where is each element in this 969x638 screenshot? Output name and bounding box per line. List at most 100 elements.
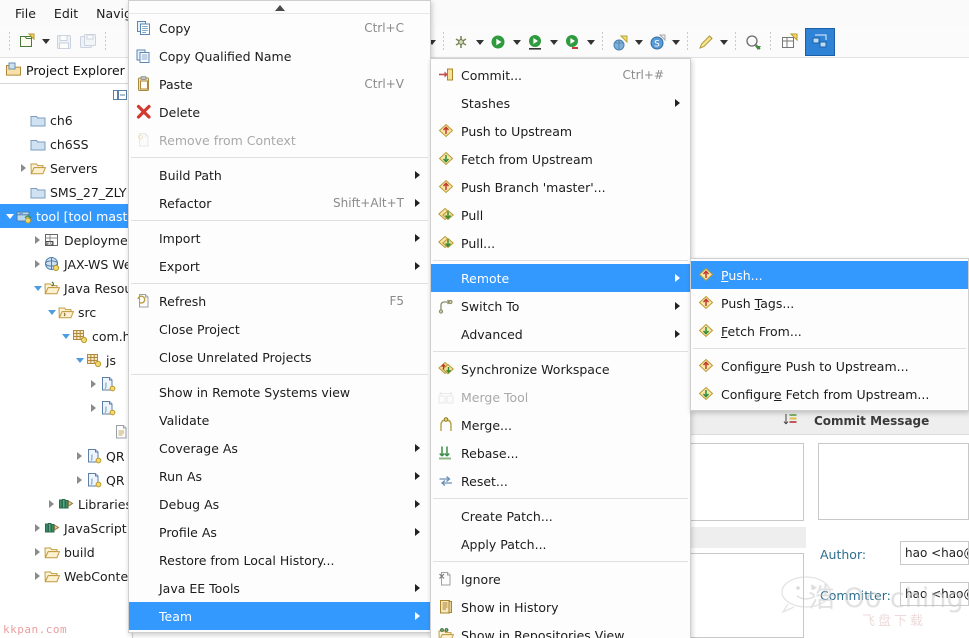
new-table-icon[interactable] (777, 31, 803, 53)
dropdown-caret[interactable] (510, 31, 523, 53)
menu-item[interactable]: Copy Ctrl+C (129, 14, 430, 42)
collapse-all-icon[interactable] (113, 88, 127, 105)
project-context-menu[interactable]: Copy Ctrl+C Copy Qualified Name Paste Ctrl+V… (128, 0, 431, 633)
tree-twisty-closed-icon[interactable] (18, 156, 29, 180)
menu-item[interactable]: Delete (129, 98, 430, 126)
tree-item[interactable]: ch6 (0, 108, 132, 132)
tree-twisty-open-icon[interactable] (60, 324, 71, 348)
menu-item[interactable]: Validate (129, 406, 430, 434)
tree-twisty-closed-icon[interactable] (88, 372, 99, 396)
tree-twisty-open-icon[interactable] (4, 204, 15, 228)
menu-item[interactable]: Profile As (129, 518, 430, 546)
dropdown-caret[interactable] (717, 31, 730, 53)
menu-item[interactable]: Stashes (431, 89, 690, 117)
tree-twisty-closed-icon[interactable] (46, 492, 57, 516)
project-explorer-tree[interactable]: ch6 ch6SS Servers SMS_27_ZLY tool [tool mast… (0, 108, 133, 638)
dropdown-caret[interactable] (669, 31, 682, 53)
tree-twisty-closed-icon[interactable] (74, 444, 85, 468)
menu-item[interactable]: Rebase... (431, 439, 690, 467)
tree-item[interactable]: JAX-WS Web (0, 252, 132, 276)
tree-item[interactable] (0, 420, 132, 444)
tree-twisty-closed-icon[interactable] (32, 228, 43, 252)
search-icon[interactable]: S (646, 31, 668, 53)
menu-item[interactable]: Paste Ctrl+V (129, 70, 430, 98)
menu-item[interactable]: Push to Upstream (431, 117, 690, 145)
menu-item[interactable]: Create Patch... (431, 502, 690, 530)
sort-icon[interactable] (783, 412, 798, 430)
tree-twisty-closed-icon[interactable] (32, 540, 43, 564)
tree-twisty-open-icon[interactable] (32, 276, 43, 300)
menu-item[interactable]: Import (129, 224, 430, 252)
menu-item[interactable]: Pull (431, 201, 690, 229)
menu-item[interactable]: Configure Push to Upstream... (691, 352, 968, 380)
tree-item[interactable]: J (0, 372, 132, 396)
project-explorer-tab[interactable]: Project Explorer ⊺ (0, 58, 136, 84)
tree-item[interactable]: WebContent (0, 564, 132, 588)
coverage-icon[interactable] (561, 31, 583, 53)
tree-twisty-closed-icon[interactable] (32, 252, 43, 276)
menu-item[interactable]: Build Path (129, 161, 430, 189)
tree-twisty-open-icon[interactable] (74, 348, 85, 372)
tree-item[interactable]: SMS_27_ZLY (0, 180, 132, 204)
run-icon[interactable] (487, 31, 509, 53)
tree-item[interactable]: com.h (0, 324, 132, 348)
tree-item[interactable]: Servers (0, 156, 132, 180)
pencil-icon[interactable] (694, 31, 716, 53)
debug-icon[interactable] (450, 31, 472, 53)
tree-twisty-open-icon[interactable] (46, 300, 57, 324)
committer-field[interactable]: hao <hao@h (900, 582, 969, 606)
menu-item[interactable]: Apply Patch... (431, 530, 690, 558)
menu-item[interactable]: Show in Remote Systems view (129, 378, 430, 406)
menu-item[interactable]: Java EE Tools (129, 574, 430, 602)
tree-twisty-closed-icon[interactable] (74, 468, 85, 492)
tree-item[interactable]: J QR (0, 444, 132, 468)
menu-item[interactable]: Restore from Local History... (129, 546, 430, 574)
menu-item[interactable]: Show in Repositories View (431, 621, 690, 638)
tree-item[interactable]: build (0, 540, 132, 564)
menubar-item-edit[interactable]: Edit (45, 3, 87, 24)
perspective-switcher-icon[interactable] (805, 28, 835, 56)
menu-item[interactable]: Run As (129, 462, 430, 490)
new-wizard-icon[interactable] (16, 31, 38, 53)
menu-item[interactable]: Show in History (431, 593, 690, 621)
commit-message-input[interactable] (818, 443, 969, 520)
menu-item[interactable]: Coverage As (129, 434, 430, 462)
menu-item[interactable]: Merge... (431, 411, 690, 439)
menu-item[interactable]: Commit... Ctrl+# (431, 61, 690, 89)
tree-item[interactable]: J (0, 396, 132, 420)
run-last-icon[interactable] (524, 31, 546, 53)
menu-item[interactable]: Push... (691, 261, 968, 289)
menu-item[interactable]: Fetch From... (691, 317, 968, 345)
menu-item[interactable]: Switch To (431, 292, 690, 320)
menu-item[interactable]: Remote (431, 264, 690, 292)
tree-item[interactable]: Java Resour (0, 276, 132, 300)
dropdown-caret[interactable] (473, 31, 486, 53)
menu-item[interactable]: Fetch from Upstream (431, 145, 690, 173)
menu-item[interactable]: Export (129, 252, 430, 280)
menu-item[interactable]: Push Tags... (691, 289, 968, 317)
new-wizard-dropdown-caret[interactable] (39, 31, 52, 53)
remote-submenu[interactable]: Push... Push Tags... Fetch From... Configur… (690, 258, 969, 411)
dropdown-caret[interactable] (632, 31, 645, 53)
tree-item[interactable]: Libraries (0, 492, 132, 516)
tree-item[interactable]: ch6SS (0, 132, 132, 156)
menu-item[interactable]: Close Project (129, 315, 430, 343)
menu-item[interactable]: Ignore (431, 565, 690, 593)
tree-twisty-closed-icon[interactable] (88, 396, 99, 420)
tree-item[interactable]: js (0, 348, 132, 372)
menu-item[interactable]: Reset... (431, 467, 690, 495)
open-type-icon[interactable] (742, 31, 764, 53)
tree-item[interactable]: src (0, 300, 132, 324)
menu-item[interactable]: Advanced (431, 320, 690, 348)
scroll-up-arrow[interactable] (129, 3, 430, 14)
author-field[interactable]: hao <hao@h (900, 541, 969, 565)
tree-item[interactable]: 3.0 Deployment (0, 228, 132, 252)
menu-item[interactable]: Close Unrelated Projects (129, 343, 430, 371)
menu-item[interactable]: Configure Fetch from Upstream... (691, 380, 968, 408)
tree-item[interactable]: J QR (0, 468, 132, 492)
menu-item[interactable]: Debug As (129, 490, 430, 518)
team-submenu[interactable]: Commit... Ctrl+# Stashes Push to Upstream Fe… (430, 58, 691, 638)
menu-item[interactable]: Refactor Shift+Alt+T (129, 189, 430, 217)
menu-item[interactable]: Synchronize Workspace (431, 355, 690, 383)
tree-twisty-closed-icon[interactable] (32, 516, 43, 540)
